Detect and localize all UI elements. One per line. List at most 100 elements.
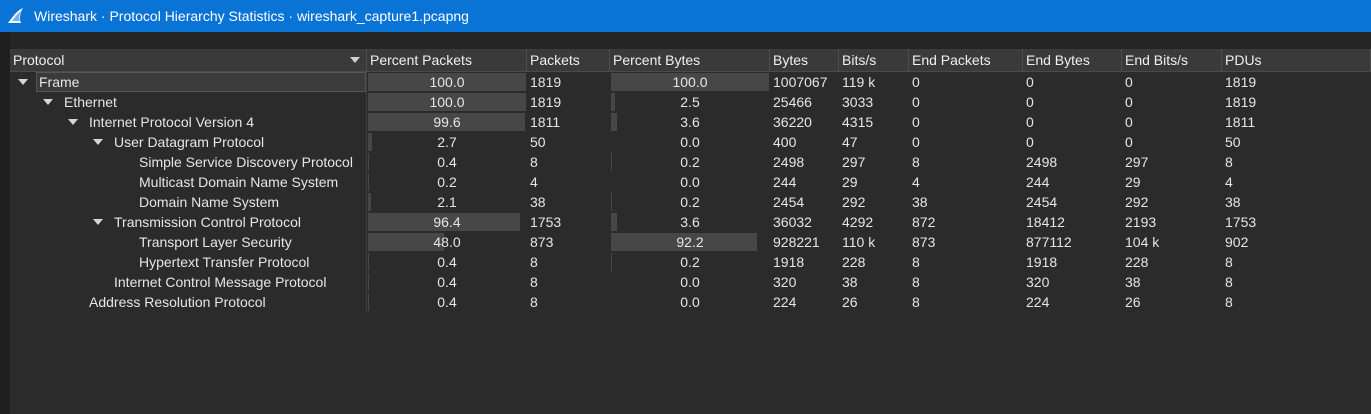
table-row[interactable]: Transport Layer Security 48.0 873 92.2 92822… — [10, 232, 1371, 252]
end-bytes-cell: 224 — [1026, 294, 1050, 310]
percent-bytes-value: 100.0 — [672, 74, 708, 90]
table-row[interactable]: Ethernet 100.0 1819 2.5 25466 3033 0 0 0 1819 — [10, 92, 1371, 112]
end-bytes-cell: 0 — [1026, 134, 1034, 150]
percent-packets-cell: 2.1 — [367, 192, 527, 212]
percent-packets-value: 0.4 — [437, 274, 457, 290]
table-row[interactable]: Internet Control Message Protocol 0.4 8 0.0… — [10, 272, 1371, 292]
percent-packets-cell: 2.7 — [367, 132, 527, 152]
packets-cell: 1819 — [530, 74, 562, 90]
protocol-name: User Datagram Protocol — [114, 134, 265, 150]
tree-expand-arrow-icon[interactable] — [68, 119, 78, 125]
table-row[interactable]: Internet Protocol Version 4 99.6 1811 3.6 36… — [10, 112, 1371, 132]
table-row[interactable]: Frame 100.0 1819 100.0 1007067 119 k 0 0 0 1819 — [10, 72, 1371, 92]
table-row[interactable]: Domain Name System 2.1 38 0.2 2454 292 38 2454 2… — [10, 192, 1371, 212]
percent-bytes-value: 0.0 — [680, 274, 700, 290]
end-packets-cell: 4 — [912, 174, 920, 190]
percent-packets-cell: 99.6 — [367, 112, 527, 132]
percent-bytes-value: 0.2 — [680, 154, 700, 170]
percent-bytes-cell: 100.0 — [610, 72, 770, 92]
percent-packets-value: 0.4 — [437, 154, 457, 170]
table-row[interactable]: Simple Service Discovery Protocol 0.4 8 0.2… — [10, 152, 1371, 172]
protocol-cell: Transport Layer Security — [10, 232, 367, 252]
percent-bytes-value: 3.6 — [680, 214, 700, 230]
end-bits-per-second-cell: 26 — [1125, 294, 1141, 310]
bytes-cell: 224 — [773, 294, 797, 310]
percent-packets-value: 0.4 — [437, 294, 457, 310]
protocol-name: Transport Layer Security — [139, 234, 292, 250]
packets-cell: 1811 — [530, 114, 561, 130]
percent-bytes-cell: 0.2 — [610, 152, 770, 172]
pdus-cell: 38 — [1225, 194, 1241, 210]
pdus-cell: 902 — [1225, 234, 1249, 250]
percent-bytes-value: 0.0 — [680, 294, 700, 310]
protocol-cell: Frame — [10, 72, 367, 92]
protocol-cell: Internet Control Message Protocol — [10, 272, 367, 292]
column-header-packets[interactable]: Packets — [527, 49, 610, 71]
end-packets-cell: 873 — [912, 234, 936, 250]
packets-cell: 8 — [530, 294, 538, 310]
percent-bytes-bar — [611, 93, 615, 111]
table-row[interactable]: User Datagram Protocol 2.7 50 0.0 400 47 0 0 0 50 — [10, 132, 1371, 152]
packets-cell: 873 — [530, 234, 554, 250]
end-packets-cell: 0 — [912, 94, 920, 110]
end-bits-per-second-cell: 104 k — [1125, 234, 1160, 250]
column-header-pdus[interactable]: PDUs — [1222, 49, 1371, 71]
bits-per-second-cell: 297 — [842, 154, 866, 170]
bytes-cell: 25466 — [773, 94, 812, 110]
tree-expand-arrow-icon[interactable] — [93, 219, 103, 225]
tree-expand-arrow-icon[interactable] — [93, 139, 103, 145]
packets-cell: 50 — [530, 134, 546, 150]
packets-cell: 1819 — [530, 94, 562, 110]
protocol-hierarchy-table[interactable]: Protocol Percent Packets Packets Percent By… — [10, 49, 1371, 414]
bytes-cell: 320 — [773, 274, 797, 290]
percent-packets-value: 0.2 — [437, 174, 457, 190]
table-row[interactable]: Hypertext Transfer Protocol 0.4 8 0.2 1918 22… — [10, 252, 1371, 272]
column-header-end-bits-per-second[interactable]: End Bits/s — [1122, 49, 1222, 71]
percent-bytes-cell: 0.0 — [610, 172, 770, 192]
protocol-cell: Transmission Control Protocol — [10, 212, 367, 232]
percent-packets-value: 2.1 — [437, 194, 457, 210]
percent-packets-value: 48.0 — [433, 234, 461, 250]
percent-bytes-value: 0.2 — [680, 254, 700, 270]
percent-bytes-cell: 0.2 — [610, 192, 770, 212]
pdus-cell: 50 — [1225, 134, 1241, 150]
percent-packets-bar — [368, 273, 369, 291]
bytes-cell: 928221 — [773, 234, 820, 250]
pdus-cell: 8 — [1225, 294, 1233, 310]
column-header-percent-bytes[interactable]: Percent Bytes — [610, 49, 770, 71]
end-bits-per-second-cell: 297 — [1125, 154, 1149, 170]
wireshark-fin-icon — [2, 0, 30, 32]
column-header-bytes[interactable]: Bytes — [770, 49, 839, 71]
tree-expand-arrow-icon[interactable] — [18, 79, 28, 85]
end-bytes-cell: 2454 — [1026, 194, 1058, 210]
percent-bytes-cell: 92.2 — [610, 232, 770, 252]
percent-packets-value: 0.4 — [437, 254, 457, 270]
percent-packets-cell: 0.2 — [367, 172, 527, 192]
bytes-cell: 400 — [773, 134, 797, 150]
column-header-protocol[interactable]: Protocol — [10, 49, 367, 71]
column-header-end-bytes[interactable]: End Bytes — [1023, 49, 1122, 71]
table-row[interactable]: Transmission Control Protocol 96.4 1753 3.6… — [10, 212, 1371, 232]
protocol-name: Domain Name System — [139, 194, 280, 210]
end-bits-per-second-cell: 292 — [1125, 194, 1149, 210]
end-bits-per-second-cell: 2193 — [1125, 214, 1157, 230]
protocol-cell: Simple Service Discovery Protocol — [10, 152, 367, 172]
column-header-bits-per-second[interactable]: Bits/s — [839, 49, 909, 71]
table-row[interactable]: Multicast Domain Name System 0.2 4 0.0 244 29… — [10, 172, 1371, 192]
pdus-cell: 1753 — [1225, 214, 1257, 230]
column-header-percent-packets[interactable]: Percent Packets — [367, 49, 527, 71]
bytes-cell: 2454 — [773, 194, 805, 210]
column-header-end-packets[interactable]: End Packets — [909, 49, 1023, 71]
table-row[interactable]: Address Resolution Protocol 0.4 8 0.0 224 26 8… — [10, 292, 1371, 312]
protocol-cell: Multicast Domain Name System — [10, 172, 367, 192]
protocol-cell: User Datagram Protocol — [10, 132, 367, 152]
window-title: Wireshark · Protocol Hierarchy Statistic… — [34, 8, 469, 24]
bits-per-second-cell: 4315 — [842, 114, 874, 130]
end-packets-cell: 8 — [912, 274, 920, 290]
dialog-content: Protocol Percent Packets Packets Percent By… — [0, 32, 1371, 414]
tree-expand-arrow-icon[interactable] — [43, 99, 53, 105]
end-packets-cell: 872 — [912, 214, 936, 230]
end-packets-cell: 38 — [912, 194, 928, 210]
percent-bytes-cell: 0.0 — [610, 132, 770, 152]
percent-bytes-cell: 3.6 — [610, 212, 770, 232]
